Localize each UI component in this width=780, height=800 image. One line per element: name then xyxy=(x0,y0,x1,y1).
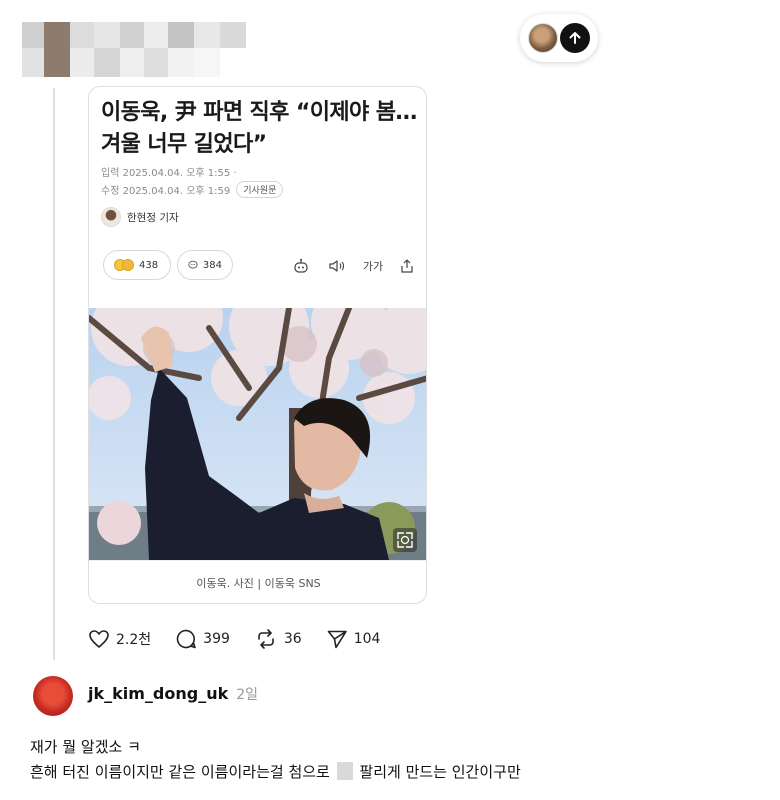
reply-text-part-2: 팔리게 만드는 인간이구만 xyxy=(359,763,521,781)
reply-text-part-1: 흔해 터진 이름이지만 같은 이름이라는걸 첨으로 xyxy=(30,763,330,781)
repost-icon xyxy=(258,629,274,649)
send-icon xyxy=(327,630,347,649)
blurred-username xyxy=(22,22,247,77)
photo-caption: 이동욱. 사진 | 이동욱 SNS xyxy=(89,560,426,603)
article-photo[interactable] xyxy=(89,308,426,560)
font-size-label: 가가 xyxy=(362,260,384,273)
reaction-button[interactable]: 438 xyxy=(103,250,171,280)
share-count: 104 xyxy=(353,631,381,647)
repost-count: 36 xyxy=(283,631,302,647)
reporter[interactable]: 한현정 기자 xyxy=(101,207,179,227)
speaker-icon[interactable] xyxy=(327,256,347,276)
summary-bot-icon[interactable] xyxy=(291,256,311,276)
modified-row: 수정 2025.04.04. 오후 1:59 기사원문 xyxy=(101,181,284,198)
article-title: 이동욱, 尹 파면 직후 “이제야 봄…겨울 너무 길었다” xyxy=(101,100,417,157)
comment-thread-button[interactable]: 399 xyxy=(175,628,230,650)
reply-timestamp: 2일 xyxy=(236,687,259,703)
font-size-button[interactable]: 가가 xyxy=(359,256,387,276)
comment-button[interactable]: 384 xyxy=(177,250,233,280)
engagement-bar: 2.2천 399 36 104 xyxy=(88,626,404,652)
reaction-count: 438 xyxy=(139,259,159,271)
article-actions: 438 384 가가 xyxy=(101,250,417,280)
like-count: 2.2천 xyxy=(116,632,152,648)
arrow-up-icon[interactable] xyxy=(560,23,590,53)
comment-icon xyxy=(188,260,198,269)
heart-icon xyxy=(89,630,109,648)
like-button[interactable]: 2.2천 xyxy=(88,629,151,649)
article-card[interactable]: 이동욱, 尹 파면 직후 “이제야 봄…겨울 너무 길었다” 입력 2025.0… xyxy=(88,86,427,604)
reply-text-line-2: 흔해 터진 이름이지만 같은 이름이라는걸 첨으로 팔리게 만드는 인간이구만 xyxy=(30,761,521,782)
reply-username[interactable]: jk_kim_dong_uk xyxy=(88,684,228,703)
floating-action-pill[interactable] xyxy=(520,14,598,62)
original-article-button[interactable]: 기사원문 xyxy=(236,181,284,198)
reaction-emoji-icon xyxy=(122,259,134,271)
share-icon[interactable] xyxy=(397,256,417,276)
comment-count: 384 xyxy=(202,259,222,271)
comment-total: 399 xyxy=(203,631,230,647)
modified-date: 수정 2025.04.04. 오후 1:59 xyxy=(101,186,231,197)
thread-line xyxy=(53,88,55,660)
published-date: 입력 2025.04.04. 오후 1:55 · xyxy=(101,168,237,179)
user-avatar-icon[interactable] xyxy=(528,23,558,53)
share-button[interactable]: 104 xyxy=(326,628,381,650)
repost-button[interactable]: 36 xyxy=(254,628,302,650)
censored-block xyxy=(336,762,353,780)
reply-avatar[interactable] xyxy=(33,676,73,716)
reporter-avatar xyxy=(101,207,121,227)
speech-bubble-icon xyxy=(176,629,196,649)
reply-text-line-1: 재가 뭘 알겠소 ㅋ xyxy=(30,738,141,756)
reporter-name: 한현정 기자 xyxy=(127,211,179,224)
reply-header: jk_kim_dong_uk 2일 xyxy=(88,684,258,704)
